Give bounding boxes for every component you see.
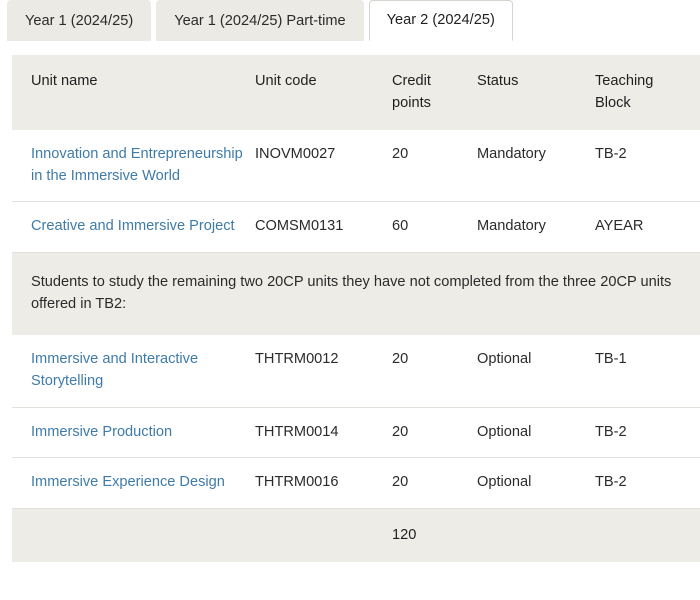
units-table-foot: 120 (12, 508, 700, 563)
total-teaching-block-cell (595, 508, 700, 562)
column-header-teaching-block: Teaching Block (595, 73, 654, 111)
unit-code-cell: COMSM0131 (255, 218, 344, 235)
unit-code-cell: THTRM0014 (255, 423, 339, 440)
status-cell: Optional (477, 351, 532, 368)
teaching-block-cell: TB-2 (595, 423, 627, 440)
status-cell: Mandatory (477, 218, 546, 235)
column-header-unit-code: Unit code (255, 73, 317, 89)
teaching-block-cell: TB-2 (595, 146, 627, 163)
status-cell: Optional (477, 423, 532, 440)
total-status-cell (477, 508, 595, 562)
year-tabs: Year 1 (2024/25) Year 1 (2024/25) Part-t… (0, 0, 700, 42)
tab-label: Year 1 (2024/25) Part-time (174, 12, 346, 29)
units-table-body: Innovation and Entrepreneurship in the I… (12, 130, 700, 509)
table-header-row: Unit name Unit code Credit points Status… (12, 55, 700, 131)
credit-points-cell: 20 (392, 423, 409, 440)
status-cell: Mandatory (477, 146, 546, 163)
note-text: Students to study the remaining two 20CP… (12, 252, 700, 336)
column-header-unit-name: Unit name (31, 73, 98, 89)
tab-year-2[interactable]: Year 2 (2024/25) (368, 0, 513, 41)
total-unit-name-cell (12, 508, 255, 562)
unit-link[interactable]: Innovation and Entrepreneurship in the I… (31, 146, 243, 184)
unit-link[interactable]: Immersive Production (31, 424, 172, 440)
table-row: Innovation and Entrepreneurship in the I… (12, 130, 700, 202)
credit-points-cell: 20 (392, 351, 409, 368)
status-cell: Optional (477, 474, 532, 491)
unit-name-cell: Immersive Experience Design (12, 458, 255, 509)
credit-points-cell: 60 (392, 218, 409, 235)
unit-name-cell: Innovation and Entrepreneurship in the I… (12, 130, 255, 202)
tab-year-1-full-time[interactable]: Year 1 (2024/25) (7, 0, 152, 41)
unit-link[interactable]: Immersive and Interactive Storytelling (31, 351, 198, 389)
table-row: Creative and Immersive Project COMSM0131… (12, 202, 700, 253)
credit-points-cell: 20 (392, 146, 409, 163)
column-header-status: Status (477, 73, 519, 89)
table-row: Immersive and Interactive Storytelling T… (12, 335, 700, 407)
credit-points-cell: 20 (392, 474, 409, 491)
unit-link[interactable]: Immersive Experience Design (31, 474, 225, 490)
tab-label: Year 1 (2024/25) (25, 12, 134, 29)
units-table: Unit name Unit code Credit points Status… (12, 55, 700, 563)
course-structure-page: Year 1 (2024/25) Year 1 (2024/25) Part-t… (0, 0, 700, 600)
table-row: Immersive Production THTRM0014 20 Option… (12, 407, 700, 458)
total-credit-points-cell: 120 (392, 526, 417, 543)
unit-name-cell: Creative and Immersive Project (12, 202, 255, 253)
unit-code-cell: THTRM0012 (255, 351, 339, 368)
teaching-block-cell: TB-1 (595, 351, 627, 368)
total-unit-code-cell (255, 508, 392, 562)
unit-link[interactable]: Creative and Immersive Project (31, 218, 235, 234)
units-table-container: Unit name Unit code Credit points Status… (0, 55, 700, 563)
tab-label: Year 2 (2024/25) (386, 12, 495, 29)
tab-year-1-part-time[interactable]: Year 1 (2024/25) Part-time (156, 0, 364, 41)
column-header-credit-points: Credit points (392, 73, 431, 111)
table-note-row: Students to study the remaining two 20CP… (12, 252, 700, 336)
teaching-block-cell: AYEAR (595, 218, 644, 235)
units-table-head: Unit name Unit code Credit points Status… (12, 55, 700, 131)
unit-code-cell: INOVM0027 (255, 146, 336, 163)
table-total-row: 120 (12, 508, 700, 563)
unit-name-cell: Immersive and Interactive Storytelling (12, 335, 255, 407)
unit-code-cell: THTRM0016 (255, 474, 339, 491)
unit-name-cell: Immersive Production (12, 407, 255, 458)
teaching-block-cell: TB-2 (595, 474, 627, 491)
table-row: Immersive Experience Design THTRM0016 20… (12, 458, 700, 509)
